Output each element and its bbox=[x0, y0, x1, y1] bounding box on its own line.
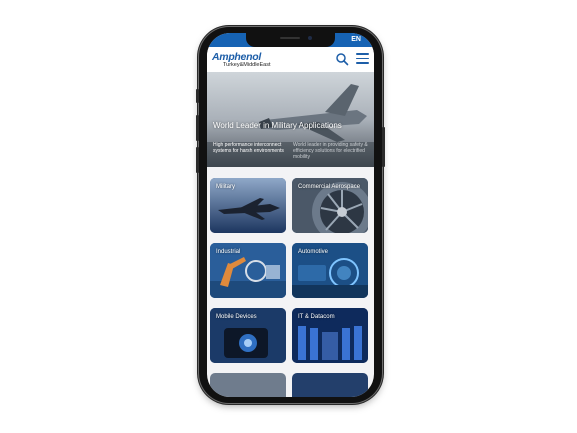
tile-label: Military bbox=[216, 184, 235, 190]
tile-label: Mobile Devices bbox=[216, 314, 257, 320]
volume-down-button bbox=[196, 147, 199, 173]
hero-text-left: High performance interconnect systems fo… bbox=[213, 142, 284, 154]
hero-banner[interactable]: World Leader in Military Applications Hi… bbox=[207, 72, 374, 167]
power-button bbox=[382, 127, 385, 167]
tile-label: IT & Datacom bbox=[298, 314, 335, 320]
hamburger-menu-icon[interactable] bbox=[356, 53, 369, 65]
tile-commercial-aerospace[interactable]: Commercial Aerospace bbox=[292, 178, 368, 233]
tile-automotive[interactable]: Automotive bbox=[292, 243, 368, 298]
tile-label: Automotive bbox=[298, 249, 329, 255]
tile-it-datacom[interactable]: IT & Datacom bbox=[292, 308, 368, 363]
tile-label: Commercial Aerospace bbox=[298, 184, 361, 190]
phone-mockup: EN Amphenol Turkey&MiddleEast World Lead… bbox=[196, 27, 385, 403]
tile-industrial[interactable]: Industrial bbox=[210, 243, 286, 298]
volume-up-button bbox=[196, 115, 199, 141]
tile-next-left[interactable] bbox=[210, 373, 286, 397]
brand-logo[interactable]: Amphenol bbox=[212, 52, 261, 63]
language-switch[interactable]: EN bbox=[351, 36, 361, 43]
site-header: Amphenol Turkey&MiddleEast bbox=[207, 47, 374, 72]
brand-region: Turkey&MiddleEast bbox=[223, 62, 271, 68]
search-icon[interactable] bbox=[335, 52, 349, 66]
notch bbox=[246, 33, 335, 47]
mute-switch bbox=[196, 89, 199, 103]
speaker-grille bbox=[280, 37, 300, 39]
phone-screen: EN Amphenol Turkey&MiddleEast World Lead… bbox=[207, 33, 374, 397]
hero-text-right: World leader in providing safety & effic… bbox=[293, 142, 368, 160]
status-bar: EN bbox=[207, 33, 374, 47]
tile-mobile-devices[interactable]: Mobile Devices bbox=[210, 308, 286, 363]
camera-icon bbox=[308, 36, 312, 40]
tile-next-right[interactable] bbox=[292, 373, 368, 397]
tile-military[interactable]: Military bbox=[210, 178, 286, 233]
tile-label: Industrial bbox=[216, 249, 241, 255]
hero-title: World Leader in Military Applications bbox=[213, 121, 342, 130]
